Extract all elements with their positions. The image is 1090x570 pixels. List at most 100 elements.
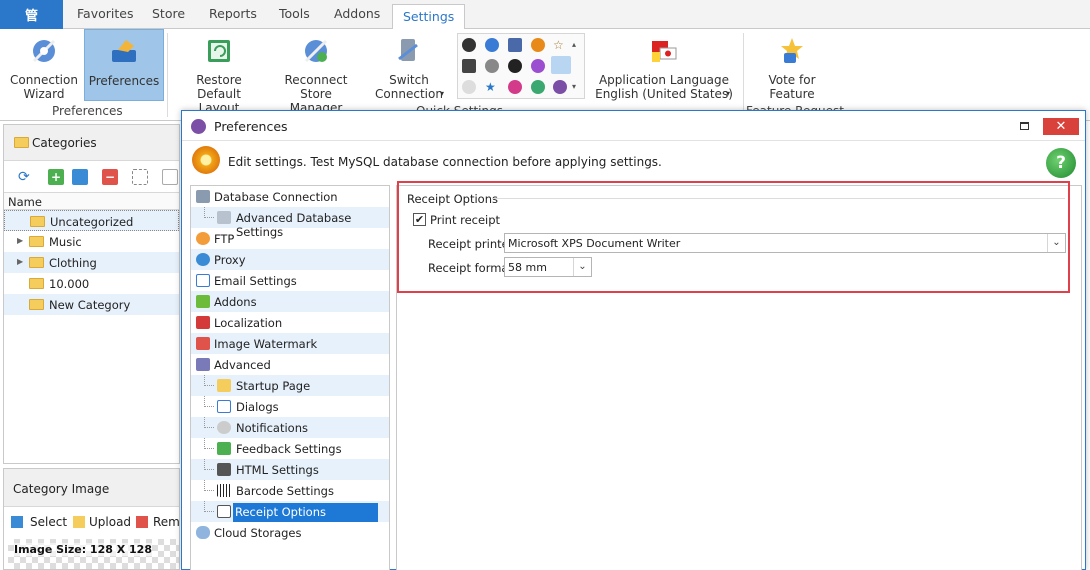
group-label-preferences: Preferences <box>52 104 123 118</box>
nav-item-proxy[interactable]: Proxy <box>191 249 389 270</box>
nav-item-addons[interactable]: Addons <box>191 291 389 312</box>
tree-row[interactable]: New Category <box>4 294 179 315</box>
category-image-panel: Category Image Select Upload Remo Image … <box>3 468 180 570</box>
nav-item-advanced-database-settings[interactable]: Advanced Database Settings <box>191 207 389 239</box>
categories-toolbar: ⟳ + − <box>4 161 179 193</box>
receipt-format-value: 58 mm <box>508 261 547 274</box>
tab-favorites[interactable]: Favorites <box>77 6 133 21</box>
delete-icon[interactable]: − <box>102 169 118 185</box>
skin-swatch[interactable] <box>508 38 522 52</box>
gallery-more-icon[interactable]: ▾ <box>572 80 586 94</box>
skin-swatch[interactable] <box>462 38 476 52</box>
nav-item-startup-page[interactable]: Startup Page <box>191 375 389 396</box>
skin-swatch[interactable] <box>462 59 476 73</box>
remove-image-button[interactable]: Remo <box>153 515 179 529</box>
preferences-button[interactable]: Preferences <box>84 29 164 101</box>
skin-swatch[interactable] <box>531 38 545 52</box>
folder-icon <box>30 216 45 227</box>
skin-gallery[interactable]: ☆ ★ ▴ ▾ <box>457 33 585 99</box>
nav-item-label: Localization <box>214 316 283 330</box>
reconnect-button[interactable]: Reconnect Store Manager <box>270 29 362 115</box>
folder-icon <box>29 299 44 310</box>
gallery-scroll-up-icon[interactable]: ▴ <box>572 38 586 52</box>
skin-swatch-selected[interactable] <box>551 56 571 74</box>
nav-item-dialogs[interactable]: Dialogs <box>191 396 389 417</box>
upload-image-button[interactable]: Upload <box>89 515 131 529</box>
tree-row-label: Uncategorized <box>50 215 134 229</box>
add-icon[interactable]: + <box>48 169 64 185</box>
star-icon[interactable]: ☆ <box>553 38 567 52</box>
help-icon[interactable]: ? <box>1046 148 1076 178</box>
tree-line <box>204 501 214 512</box>
reconnect-icon <box>304 39 328 63</box>
nav-item-feedback-settings[interactable]: Feedback Settings <box>191 438 389 459</box>
folder-icon <box>14 137 29 148</box>
star-icon[interactable]: ★ <box>485 80 499 94</box>
print-receipt-checkbox[interactable]: ✔ <box>413 213 426 226</box>
edit-icon[interactable] <box>72 169 88 185</box>
nav-item-notifications[interactable]: Notifications <box>191 417 389 438</box>
column-header-name[interactable]: Name <box>4 193 179 210</box>
nav-item-email-settings[interactable]: Email Settings <box>191 270 389 291</box>
upload-folder-icon[interactable] <box>73 516 85 528</box>
tree-row[interactable]: ▶ Clothing <box>4 252 179 273</box>
receipt-printer-select[interactable]: Microsoft XPS Document Writer ⌄ <box>504 233 1066 253</box>
restore-layout-button[interactable]: Restore Default Layout <box>174 29 264 115</box>
nav-item-receipt-options[interactable]: Receipt Options <box>191 501 389 522</box>
skin-swatch[interactable] <box>485 38 499 52</box>
notification-icon <box>217 421 231 434</box>
categories-panel-title: Categories <box>4 125 179 161</box>
chevron-down-icon[interactable]: ⌄ <box>1047 234 1065 252</box>
nav-item-localization[interactable]: Localization <box>191 312 389 333</box>
skin-swatch[interactable] <box>485 59 499 73</box>
expand-icon[interactable]: ▶ <box>17 236 23 245</box>
ribbon: Connection Wizard Preferences Preference… <box>0 29 1090 121</box>
tree-row[interactable]: ▶ Music <box>4 231 179 252</box>
application-language-button[interactable]: Application Language English (United Sta… <box>594 29 734 101</box>
receipt-options-panel: Receipt Options ✔ Print receipt Receipt … <box>396 181 1082 570</box>
expand-icon[interactable]: ▶ <box>17 257 23 266</box>
select-image-icon[interactable] <box>11 516 23 528</box>
tree-row[interactable]: 10.000 <box>4 273 179 294</box>
skin-swatch[interactable] <box>508 80 522 94</box>
tab-reports[interactable]: Reports <box>209 6 257 21</box>
dropdown-arrow-icon: ▾ <box>440 89 445 98</box>
connection-wizard-button[interactable]: Connection Wizard <box>4 29 84 101</box>
nav-item-advanced[interactable]: Advanced <box>191 354 389 375</box>
close-button[interactable]: ✕ <box>1043 118 1079 135</box>
email-icon <box>196 274 210 287</box>
tab-settings[interactable]: Settings <box>392 4 466 30</box>
skin-swatch[interactable] <box>531 59 545 73</box>
receipt-options-group-title: Receipt Options <box>407 192 498 206</box>
skin-swatch[interactable] <box>462 80 476 94</box>
nav-item-image-watermark[interactable]: Image Watermark <box>191 333 389 354</box>
nav-item-ftp[interactable]: FTP <box>191 228 389 249</box>
nav-item-database-connection[interactable]: Database Connection <box>191 186 389 207</box>
vote-feature-button[interactable]: Vote for Feature <box>752 29 832 101</box>
skin-swatch[interactable] <box>553 80 567 94</box>
tree-line <box>204 438 214 449</box>
tab-tools[interactable]: Tools <box>279 6 310 21</box>
chevron-down-icon[interactable]: ⌄ <box>573 258 591 276</box>
nav-item-html-settings[interactable]: HTML Settings <box>191 459 389 480</box>
skin-swatch[interactable] <box>531 80 545 94</box>
tab-store[interactable]: Store <box>152 6 185 21</box>
switch-connection-button[interactable]: Switch Connection ▾ <box>364 29 454 101</box>
remove-image-icon[interactable] <box>136 516 148 528</box>
dialog-titlebar[interactable]: Preferences ✕ <box>182 111 1085 141</box>
tree-view-icon[interactable] <box>162 169 178 185</box>
receipt-format-select[interactable]: 58 mm ⌄ <box>504 257 592 277</box>
select-image-button[interactable]: Select <box>30 515 67 529</box>
nav-item-cloud-storages[interactable]: Cloud Storages <box>191 522 389 543</box>
app-menu-button[interactable]: 管 <box>0 0 63 29</box>
category-image-toolbar: Select Upload Remo <box>4 507 179 537</box>
nav-item-barcode-settings[interactable]: Barcode Settings <box>191 480 389 501</box>
maximize-icon[interactable] <box>1020 122 1029 130</box>
print-receipt-label[interactable]: Print receipt <box>430 213 500 227</box>
dialog-window-icon <box>217 400 231 413</box>
tree-row[interactable]: Uncategorized <box>4 210 179 231</box>
refresh-icon[interactable]: ⟳ <box>18 169 34 185</box>
select-all-icon[interactable] <box>132 169 148 185</box>
skin-swatch[interactable] <box>508 59 522 73</box>
tab-addons[interactable]: Addons <box>334 6 380 21</box>
